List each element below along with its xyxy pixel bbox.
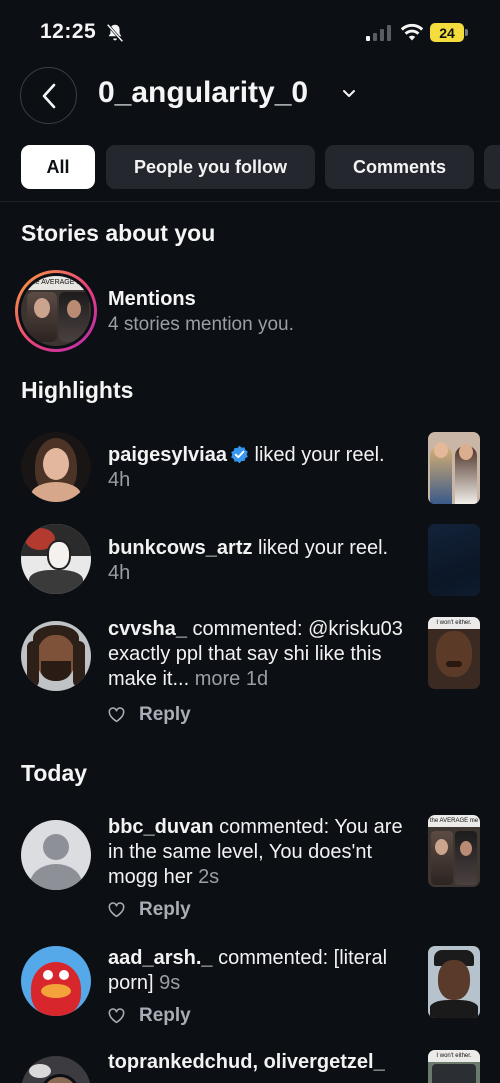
thumb-caption: I won't either. [436,1053,472,1059]
post-thumbnail[interactable] [428,946,480,1018]
chevron-down-icon[interactable] [342,88,356,100]
thumb-caption-bar: I won't either. [428,617,480,629]
mentions-title[interactable]: Mentions [108,288,196,311]
mentions-thumb-face-left [34,298,50,318]
thumb-caption: I won't either. [436,620,472,626]
reply-action[interactable]: Reply [108,899,191,921]
filter-next[interactable] [484,145,500,189]
thumb-caption-bar: I won't either. [428,1050,480,1062]
thumb-face-right [460,841,472,856]
notification-text[interactable]: bbc_duvan commented: You are in the same… [108,815,410,890]
heart-icon[interactable] [108,1008,125,1024]
timestamp: 4h [108,562,131,584]
notification-text[interactable]: toprankedchud, olivergetzel_ [108,1050,410,1075]
mentions-thumb-caption-bar: the AVERAGE m [21,276,91,290]
bell-muted-icon [106,23,124,43]
mentions-thumbnail: the AVERAGE m [21,276,91,346]
mentions-subtitle: 4 stories mention you. [108,314,294,335]
username[interactable]: bunkcows_artz [108,537,252,559]
notification-text[interactable]: cvvsha_ commented: @krisku03 exactly ppl… [108,617,410,692]
reply-button[interactable]: Reply [139,1005,191,1027]
notification-action: liked your reel. [252,537,389,559]
username[interactable]: toprankedchud, olivergetzel_ [108,1051,385,1073]
section-today-title: Today [21,760,88,786]
username[interactable]: paigesylviaa [108,444,227,466]
avatar-detail [29,1064,51,1078]
timestamp: 2s [198,866,220,888]
thumb-scene [432,1064,476,1083]
notification-text[interactable]: paigesylviaa liked your reel. 4h [108,443,410,493]
thumb-caption-bar: the AVERAGE me [428,815,480,827]
post-thumbnail[interactable]: the AVERAGE me [428,815,480,887]
thumb-person-right [455,831,477,885]
avatar-face [43,448,69,480]
heart-icon[interactable] [108,902,125,918]
username[interactable]: bbc_duvan [108,816,214,838]
header-divider [0,201,500,202]
thumb-caption: the AVERAGE me [429,818,479,824]
avatar-bird-eye-left [43,970,53,980]
back-button[interactable] [20,67,77,124]
avatar-art-face [47,540,71,570]
reply-button[interactable]: Reply [139,899,191,921]
thumb-mouth [446,661,462,667]
username[interactable]: aad_arsh._ [108,947,213,969]
thumb-face [438,960,470,1000]
reply-action[interactable]: Reply [108,704,191,726]
more-link[interactable]: more [195,668,241,690]
thumb-shirt [430,1000,478,1018]
chevron-left-icon [42,83,55,108]
reply-action[interactable]: Reply [108,1005,191,1027]
username[interactable]: cvvsha_ [108,618,187,640]
battery-nub [465,29,468,36]
section-highlights-title: Highlights [21,377,134,403]
section-stories-title: Stories about you [21,220,216,246]
mentions-thumb-caption: the AVERAGE m [29,279,83,286]
battery-level: 24 [439,24,455,41]
avatar-locs-right [73,641,85,687]
avatar-shoulders [31,482,81,502]
heart-icon[interactable] [108,707,125,723]
account-switcher[interactable]: 0_angularity_0 [98,76,308,110]
status-bar: 12:25 24 [0,0,500,66]
filter-comments[interactable]: Comments [325,145,474,189]
filter-people-you-follow[interactable]: People you follow [106,145,315,189]
avatar-bird-beak [41,984,71,998]
avatar-bird-eye-right [59,970,69,980]
filter-all[interactable]: All [21,145,95,189]
thumb-face-left [434,442,448,458]
thumb-face [436,631,472,677]
avatar-placeholder-head [43,834,69,860]
avatar-locs [27,641,39,687]
avatar-default[interactable] [21,820,91,890]
avatar[interactable] [21,621,91,691]
avatar-placeholder-body [30,864,82,890]
thumb-face-left [435,839,448,855]
notification-action: liked your reel. [248,444,385,466]
notification-text[interactable]: bunkcows_artz liked your reel. 4h [108,536,410,586]
post-thumbnail[interactable] [428,524,480,596]
battery-indicator: 24 [430,23,464,42]
post-thumbnail[interactable]: I won't either. [428,1050,480,1083]
wifi-icon [400,23,424,41]
post-thumbnail[interactable]: I won't either. [428,617,480,689]
avatar-beard [41,661,71,681]
reply-button[interactable]: Reply [139,704,191,726]
timestamp: 9s [159,972,181,994]
cellular-signal-icon [366,25,391,41]
avatar[interactable] [21,432,91,502]
mentions-story-ring[interactable]: the AVERAGE m [15,270,97,352]
verified-badge-icon [231,445,248,464]
thumb-face-right [459,444,473,460]
mentions-thumb-face-right [67,300,81,318]
status-time: 12:25 [40,20,97,43]
notification-text[interactable]: aad_arsh._ commented: [literal porn] 9s [108,946,410,996]
post-thumbnail[interactable] [428,432,480,504]
avatar-art-body [29,570,83,594]
filter-chips: All People you follow Comments [0,145,500,189]
avatar[interactable] [21,946,91,1016]
timestamp: 4h [108,469,131,491]
avatar[interactable] [21,524,91,594]
timestamp: 1d [245,668,269,690]
